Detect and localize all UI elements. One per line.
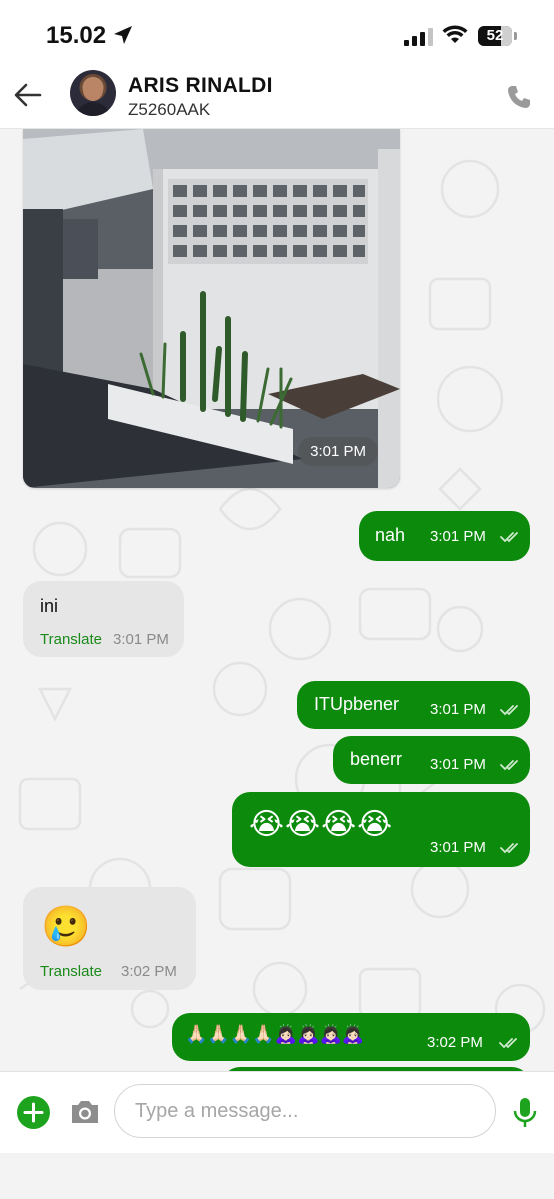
contact-subtitle: Z5260AAK [128,100,211,119]
camera-icon[interactable] [69,1098,101,1126]
message-time: 3:01 PM [430,528,486,545]
translate-link[interactable]: Translate [40,631,102,648]
read-receipt-icon [500,532,518,543]
message-incoming[interactable]: 🥲 Translate 3:02 PM [23,887,196,990]
message-time: 3:01 PM [430,839,486,856]
message-outgoing[interactable]: nah 3:01 PM [359,511,530,561]
message-time: 3:01 PM [113,631,169,648]
chat-area[interactable]: 3:01 PM nah 3:01 PM ini Translate 3:01 P… [0,129,554,1071]
cellular-signal-icon [404,28,433,46]
read-receipt-icon [500,705,518,716]
message-time: 3:01 PM [430,701,486,718]
attach-plus-button[interactable] [17,1096,50,1129]
message-text: nah [375,525,406,545]
microphone-icon[interactable] [512,1096,538,1130]
message-text: 🙏🏻🙏🏻🙏🏻🙏🏻🙇🏻‍♀️🙇🏻‍♀️🙇🏻‍♀️🙇🏻‍♀️ [185,1024,365,1044]
message-input[interactable] [114,1084,496,1138]
plus-icon [23,1102,44,1123]
message-time: 3:01 PM [430,756,486,773]
chat-header: ARIS RINALDI Z5260AAK [0,62,554,129]
battery-level: 52 [486,27,504,44]
message-text: benerr [350,749,403,769]
message-outgoing[interactable]: benerr 3:01 PM [333,736,530,784]
photo-message[interactable]: 3:01 PM [23,129,400,488]
read-receipt-icon [500,843,518,854]
message-incoming[interactable]: ini Translate 3:01 PM [23,581,184,657]
read-receipt-icon [500,760,518,771]
message-text: ITUpbener [314,694,400,714]
photo-image[interactable] [23,129,400,488]
back-arrow-icon[interactable] [14,82,42,108]
status-time: 15.02 [46,22,107,49]
battery-icon: 52 [478,26,512,46]
message-time: 3:01 PM [298,437,378,466]
phone-call-icon[interactable] [506,84,532,110]
message-outgoing[interactable]: 🙏🏻🙏🏻🙏🏻🙏🏻🙇🏻‍♀️🙇🏻‍♀️🙇🏻‍♀️🙇🏻‍♀️ 3:02 PM [172,1013,530,1061]
read-receipt-icon [499,1038,517,1049]
message-outgoing[interactable]: ITUpbener 3:01 PM [297,681,530,729]
message-composer [0,1071,554,1154]
battery-tip [514,32,517,40]
bottom-strip [0,1153,554,1199]
status-bar: 15.02 52 [0,0,554,62]
avatar[interactable] [70,70,116,116]
message-time: 3:02 PM [121,963,177,980]
message-time: 3:02 PM [427,1034,483,1051]
message-text: 🥲 [41,905,91,949]
message-text: ini [40,596,59,616]
translate-link[interactable]: Translate [40,963,102,980]
message-outgoing[interactable]: 😭😭😭😭 3:01 PM [232,792,530,867]
message-text: 😭😭😭😭 [249,808,394,841]
location-arrow-icon [114,26,132,44]
contact-name[interactable]: ARIS RINALDI [128,74,273,98]
wifi-icon [442,25,468,43]
